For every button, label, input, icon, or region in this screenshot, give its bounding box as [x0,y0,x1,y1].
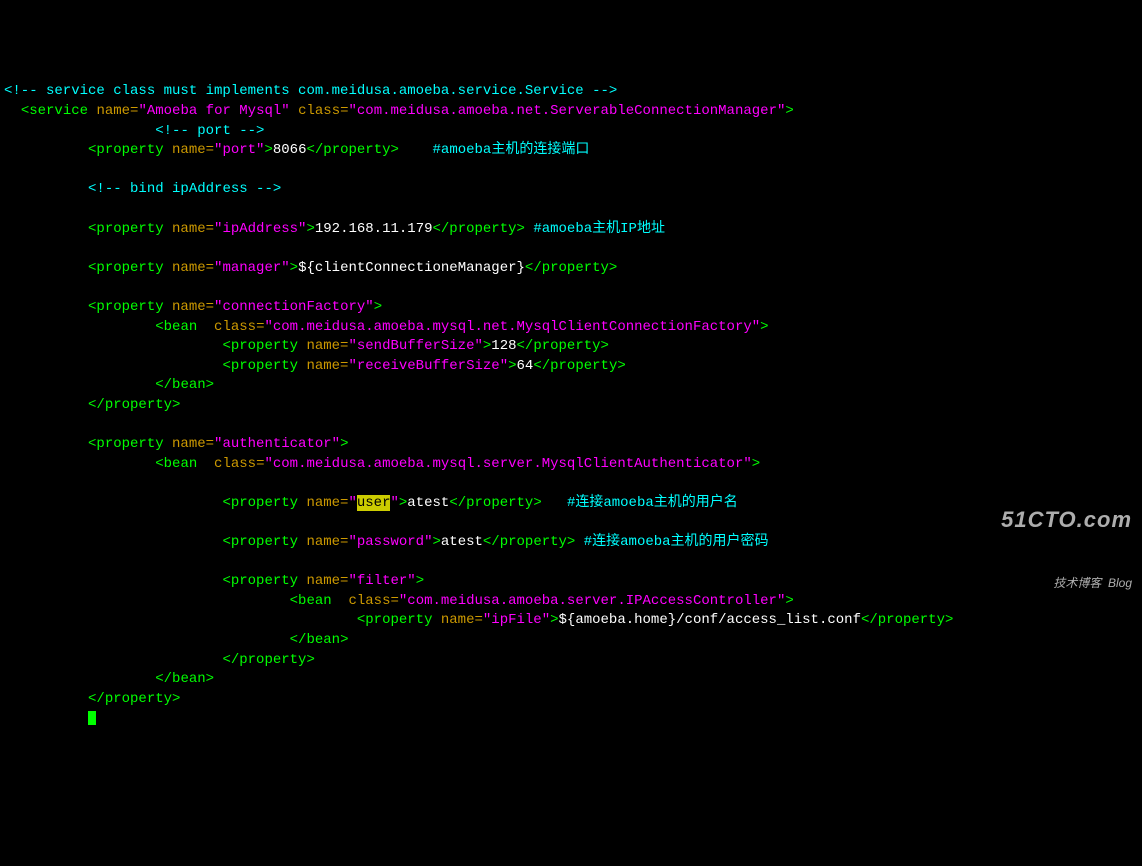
user-q1: " [348,495,356,511]
tag-property: <property [88,142,172,158]
comment-port-desc: #amoeba主机的连接端口 [433,142,590,158]
comment: <!-- service class must implements com.m… [4,83,617,99]
mgr-value: ${clientConnectioneManager} [298,260,525,276]
comment-user: #连接amoeba主机的用户名 [567,495,738,511]
attr-name: name= [441,612,483,628]
tag-property: <property [88,260,172,276]
tag-property-close: </property> [517,338,609,354]
tag-property: <property [357,612,441,628]
ip-name: "ipAddress" [214,221,306,237]
tag-bean-close: </bean> [155,671,214,687]
attr-name: name= [306,573,348,589]
user-q2: " [390,495,398,511]
tag-property: <property [88,299,172,315]
sbs-name: "sendBufferSize" [348,338,482,354]
auth-class: "com.meidusa.amoeba.mysql.server.MysqlCl… [264,456,751,472]
rbs-name: "receiveBufferSize" [348,358,508,374]
port-name: "port" [214,142,264,158]
tag-close: > [306,221,314,237]
tag-close: > [785,103,793,119]
tag-close: > [264,142,272,158]
tag-property: <property [88,221,172,237]
tag-service-open: <service [21,103,97,119]
service-name-value: "Amoeba for Mysql" [138,103,289,119]
tag-bean: <bean [155,456,205,472]
sbs-value: 128 [491,338,516,354]
tag-close: > [785,593,793,609]
tag-close: > [290,260,298,276]
tag-property-close: </property> [449,495,541,511]
tag-close: > [760,319,768,335]
rbs-value: 64 [517,358,534,374]
tag-property-close: </property> [533,358,625,374]
port-value: 8066 [273,142,307,158]
attr-name: name= [306,534,348,550]
attr-class: class= [206,456,265,472]
tag-property-close: </property> [433,221,525,237]
ipac-class: "com.meidusa.amoeba.server.IPAccessContr… [399,593,785,609]
tag-close: > [550,612,558,628]
tag-close: > [416,573,424,589]
cf-class: "com.meidusa.amoeba.mysql.net.MysqlClien… [264,319,760,335]
cf-name: "connectionFactory" [214,299,374,315]
code-block: <!-- service class must implements com.m… [4,82,1138,729]
attr-class: class= [340,593,399,609]
tag-property-close: </property> [861,612,953,628]
tag-property: <property [222,534,306,550]
tag-property: <property [222,495,306,511]
watermark-main: 51CTO.com [1001,505,1132,536]
attr-name: name= [172,142,214,158]
attr-name: name= [306,358,348,374]
filter-name: "filter" [348,573,415,589]
mgr-name: "manager" [214,260,290,276]
tag-property-close: </property> [222,652,314,668]
watermark: 51CTO.com 技术博客 Blog [1001,465,1132,611]
tag-bean-close: </bean> [290,632,349,648]
comment-ip-desc: #amoeba主机IP地址 [533,221,665,237]
auth-name: "authenticator" [214,436,340,452]
attr-name: name= [96,103,138,119]
comment-pw: #连接amoeba主机的用户密码 [584,534,769,550]
cursor-icon [88,711,96,725]
attr-name: name= [306,338,348,354]
attr-name: name= [172,299,214,315]
attr-class: class= [290,103,349,119]
tag-close: > [508,358,516,374]
highlighted-user: user [357,495,391,511]
comment-bind: <!-- bind ipAddress --> [88,181,281,197]
comment-port: <!-- port --> [155,123,264,139]
tag-property: <property [88,436,172,452]
tag-property: <property [222,358,306,374]
tag-property-close: </property> [306,142,398,158]
attr-name: name= [172,260,214,276]
pw-name: "password" [348,534,432,550]
tag-property: <property [222,573,306,589]
ip-value: 192.168.11.179 [315,221,433,237]
tag-bean: <bean [155,319,205,335]
tag-close: > [374,299,382,315]
attr-name: name= [306,495,348,511]
tag-close: > [432,534,440,550]
tag-property: <property [222,338,306,354]
ipfile-name: "ipFile" [483,612,550,628]
tag-property-close: </property> [525,260,617,276]
tag-property-close: </property> [483,534,575,550]
attr-class: class= [206,319,265,335]
ipfile-value: ${amoeba.home}/conf/access_list.conf [559,612,861,628]
tag-property-close: </property> [88,691,180,707]
tag-bean-close: </bean> [155,377,214,393]
attr-name: name= [172,436,214,452]
tag-property-close: </property> [88,397,180,413]
service-class-value: "com.meidusa.amoeba.net.ServerableConnec… [349,103,786,119]
user-value: atest [407,495,449,511]
pw-value: atest [441,534,483,550]
tag-close: > [752,456,760,472]
tag-close: > [340,436,348,452]
attr-name: name= [172,221,214,237]
watermark-sub: 技术博客 Blog [1001,575,1132,592]
tag-bean: <bean [290,593,340,609]
